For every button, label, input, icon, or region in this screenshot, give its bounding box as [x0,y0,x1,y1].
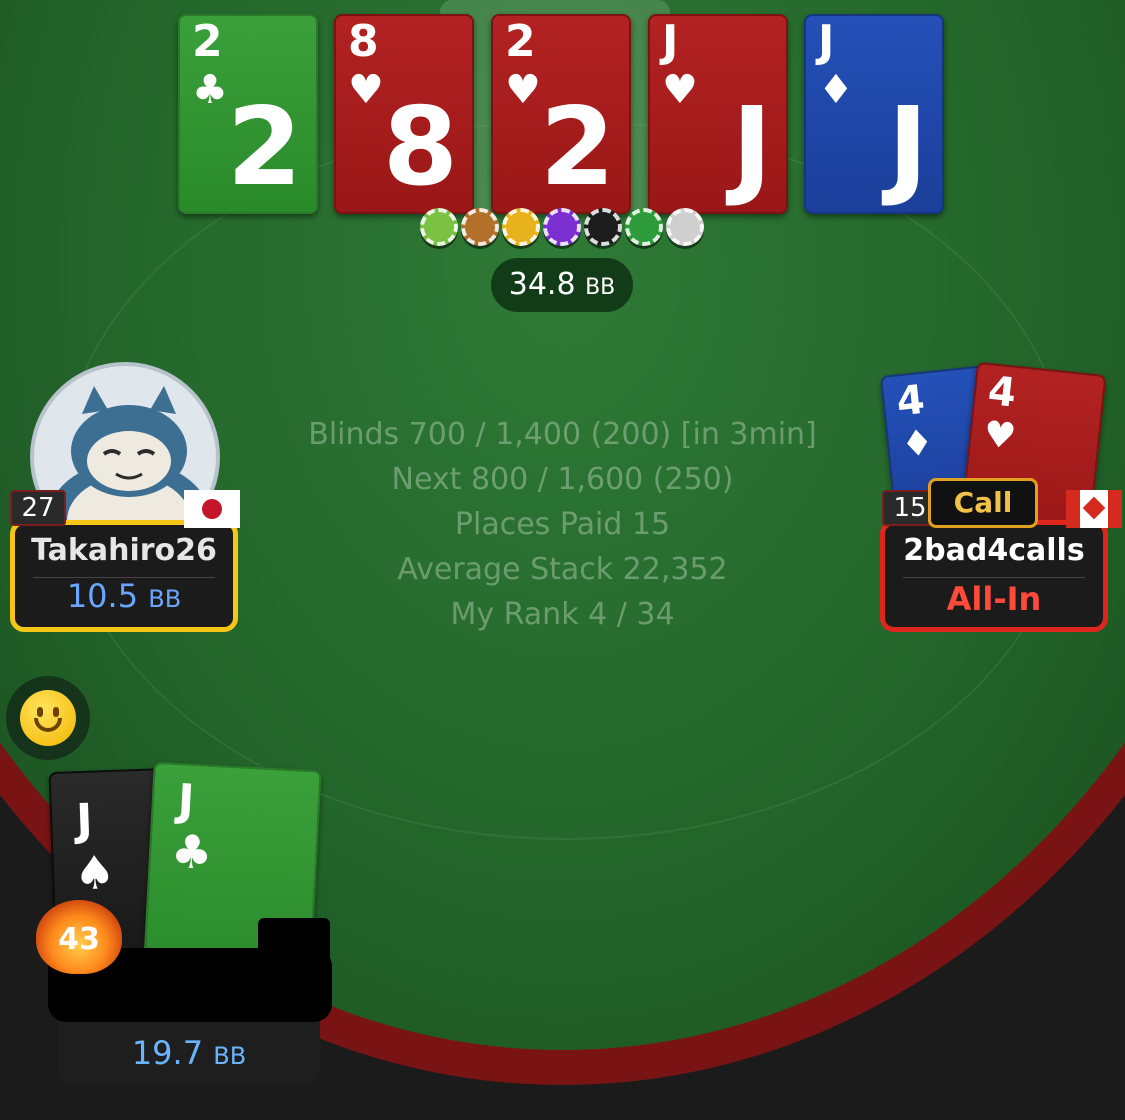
level-value: 15 [893,493,927,523]
clubs-icon: ♣ [169,823,214,880]
stack-unit: BB [213,1042,247,1070]
action-label: Call [953,486,1013,519]
hearts-icon: ♥ [981,413,1018,459]
poker-table-screen: 2 ♣ 2 8 ♥ 8 2 ♥ 2 J ♥ J J ♦ J 34.8 BB Bl… [0,0,1125,1120]
stack-value: 10.5 [66,577,139,615]
canada-flag-icon [1066,490,1122,528]
call-action-badge: Call [928,478,1038,528]
pot-value: 34.8 [508,267,576,302]
average-stack-text: Average Stack 22,352 [397,552,728,587]
card-rank-large: 2 [539,85,615,210]
plate-divider [903,577,1085,578]
player-level-badge: 27 [10,490,66,526]
card-rank: 2 [505,16,536,67]
board-card-j-hearts: J ♥ J [648,14,788,214]
chip-icon [420,208,458,246]
card-rank-large: J [887,85,928,210]
all-in-status: All-In [946,580,1042,618]
card-rank-large: J [731,85,772,210]
card-rank: J [662,16,679,67]
level-value: 43 [58,922,100,957]
hearts-icon: ♥ [662,67,698,113]
chip-icon [584,208,622,246]
chip-icon [502,208,540,246]
card-rank-large: 2 [226,85,302,210]
redacted-overlay [258,918,330,978]
card-rank: 4 [985,368,1019,417]
player-plate-2bad4calls[interactable]: 2bad4calls All-In [880,520,1108,632]
board-card-2-clubs: 2 ♣ 2 [178,14,318,214]
pot-chip-stack [420,202,710,248]
chip-icon [461,208,499,246]
board-card-2-hearts: 2 ♥ 2 [491,14,631,214]
my-rank-text: My Rank 4 / 34 [450,597,675,632]
stack-value: 19.7 [131,1034,204,1072]
card-rank: 4 [894,376,927,426]
pot-amount: 34.8 BB [491,258,633,312]
player-stack: 10.5 BB [15,576,233,619]
chip-icon [543,208,581,246]
places-paid-text: Places Paid 15 [454,507,671,542]
fire-level-badge: 43 [36,900,122,974]
card-rank-large: 8 [382,85,458,210]
card-rank: J [818,16,835,67]
clubs-icon: ♣ [192,67,228,113]
japan-flag-icon [184,490,240,528]
hearts-icon: ♥ [505,67,541,113]
diamonds-icon: ♦ [899,422,936,467]
diamonds-icon: ♦ [818,67,854,113]
chip-icon [625,208,663,246]
hearts-icon: ♥ [348,67,384,113]
stack-unit: BB [148,585,182,613]
smiley-icon [20,690,76,746]
card-rank: 8 [348,16,379,67]
emoji-button[interactable] [6,676,90,760]
pot-unit: BB [585,275,616,300]
spades-icon: ♠ [73,844,117,901]
level-value: 27 [21,493,55,523]
blinds-text: Blinds 700 / 1,400 (200) [in 3min] [308,417,817,452]
tournament-info: Blinds 700 / 1,400 (200) [in 3min] Next … [250,412,875,637]
hero-stack: 19.7 BB [58,1033,320,1076]
card-rank: J [75,794,94,847]
player-name: 2bad4calls [903,533,1085,568]
chip-icon [666,208,704,246]
player-name: Takahiro26 [31,533,217,568]
board-card-8-hearts: 8 ♥ 8 [334,14,474,214]
next-blinds-text: Next 800 / 1,600 (250) [391,462,734,497]
player-plate-takahiro26[interactable]: Takahiro26 10.5 BB [10,520,238,632]
card-rank: J [176,775,196,827]
card-rank: 2 [192,16,223,67]
board-card-j-diamonds: J ♦ J [804,14,944,214]
